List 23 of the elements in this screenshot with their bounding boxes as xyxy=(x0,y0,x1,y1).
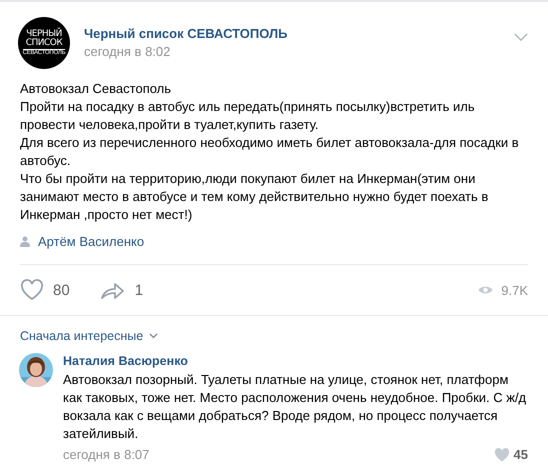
comment-like-button[interactable]: 45 xyxy=(494,447,528,462)
post-text: Автовокзал Севастополь xyxy=(20,80,172,98)
comment-text: Автовокзал позорный. Туалеты платные на улице, стоянок нет, платформ как таковых, тоже нет. Место расположения очень неудобное. Пробки. С ж/д вокзала как с вещами добраться? Вроде рядом, но процесс получается затейливый. xyxy=(63,371,528,443)
like-button[interactable]: 80 xyxy=(20,279,70,301)
post-time: сегодня в 8:02 xyxy=(84,43,172,61)
share-button[interactable]: 1 xyxy=(100,280,144,300)
signer-link[interactable]: Артём Василенко xyxy=(38,234,144,248)
group-name-link[interactable]: Черный список СЕВАСТОПОЛЬ xyxy=(84,25,514,43)
logo-text: СПИСОК xyxy=(26,38,62,48)
person-icon xyxy=(20,236,30,246)
post-text: Пройти на посадку в автобус иль передать(принять посылку)встретить иль провести человека,пройти в туалет,купить газету. xyxy=(20,98,476,134)
heart-icon xyxy=(494,448,510,462)
share-arrow-icon xyxy=(100,280,126,300)
heart-icon xyxy=(20,279,44,301)
post-text: Что бы пройти на территорию,люди покупают билет на Инкерман(этим они занимают место в автобусе и тем кому действительно нужно будет поехать в Инкерман ,просто нет мест!) xyxy=(20,170,490,224)
view-count: 9.7K xyxy=(478,282,528,298)
chevron-down-icon xyxy=(149,333,158,339)
logo-text: ЧЕРНЫЙ xyxy=(26,30,62,38)
post-text: Для всего из перечисленного необходимо иметь билет автовокзала-для посадки в автобус. xyxy=(20,134,520,170)
sort-dropdown[interactable]: Сначала интересные xyxy=(20,329,158,343)
eye-icon xyxy=(478,285,494,295)
comment-time: сегодня в 8:07 xyxy=(63,447,150,462)
comment-author-link[interactable]: Наталия Васюренко xyxy=(63,353,528,369)
